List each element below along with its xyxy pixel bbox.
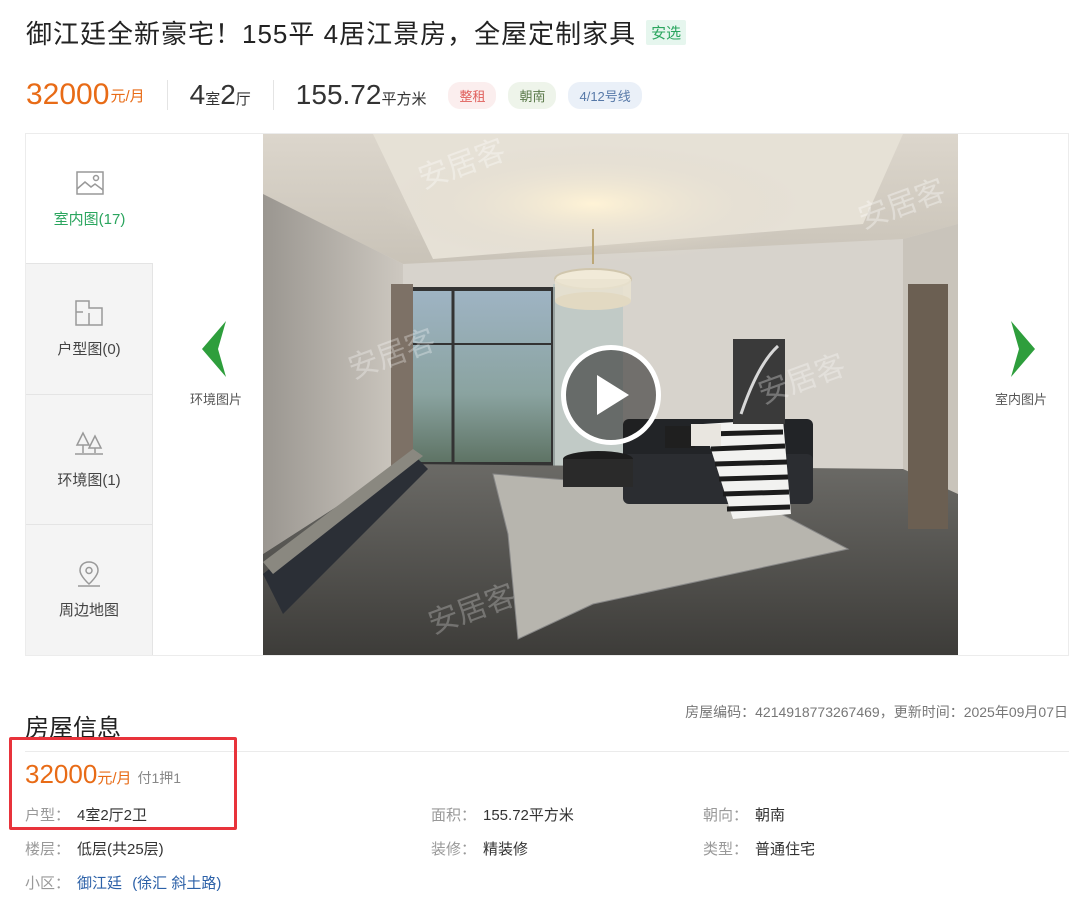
field-area: 面积： 155.72平方米 — [431, 804, 574, 825]
payment-terms: 付1押1 — [137, 770, 182, 786]
summary-bar: 32000 元/月 4室2厅 155.72平方米 整租 朝南 4/12号线 — [26, 72, 642, 118]
area-unit: 平方米 — [381, 91, 427, 108]
summary-price-unit: 元/月 — [110, 87, 145, 105]
field-floor-label: 楼层： — [25, 841, 71, 858]
summary-area: 155.72平方米 — [296, 79, 427, 111]
field-decoration-label: 装修： — [431, 841, 477, 858]
rooms-count: 4 — [189, 79, 206, 110]
tab-environment[interactable]: 环境图(1) — [26, 394, 153, 525]
field-orientation-value: 朝南 — [755, 807, 786, 824]
field-layout: 户型： 4室2厅2卫 — [25, 804, 147, 825]
gallery-tabs: 室内图(17) 户型图(0) 环境图(1) 周边地图 — [26, 134, 153, 655]
tag-rent-type: 整租 — [448, 81, 497, 109]
field-floor-value: 低层(共25层) — [77, 841, 164, 858]
field-layout-label: 户型： — [25, 807, 71, 824]
tab-floorplan-label: 户型图(0) — [57, 341, 121, 359]
info-price-value: 32000 — [25, 759, 98, 789]
info-price: 32000 元/月 付1押1 — [25, 759, 181, 790]
area-number: 155.72 — [295, 79, 382, 110]
image-icon — [75, 168, 105, 198]
halls-unit: 厅 — [235, 91, 251, 108]
field-orientation-label: 朝向： — [703, 807, 749, 824]
community-link[interactable]: 御江廷 — [77, 875, 122, 892]
anxuan-badge: 安选 — [646, 19, 687, 45]
next-photo-label: 室内图片 — [994, 392, 1047, 407]
community-area-link[interactable]: (徐汇 斜土路) — [132, 875, 221, 892]
tab-interior-label: 室内图(17) — [53, 211, 126, 229]
listing-photo[interactable]: 安居客 安居客 安居客 安居客 安居客 — [263, 134, 958, 655]
trees-icon — [74, 429, 104, 459]
divider — [166, 80, 168, 110]
summary-rooms: 4室2厅 — [190, 79, 251, 111]
listing-title: 御江廷全新豪宅！155平 4居江景房，全屋定制家具 — [26, 18, 637, 49]
house-code-meta: 房屋编码：4214918773267469，更新时间：2025年09月07日 — [685, 704, 1068, 720]
next-photo-button[interactable]: 室内图片 — [981, 319, 1061, 439]
field-type-label: 类型： — [703, 841, 749, 858]
tab-nearby-map-label: 周边地图 — [58, 602, 119, 620]
field-type-value: 普通住宅 — [755, 841, 816, 858]
info-price-unit: 元/月 — [97, 770, 132, 787]
tag-orientation: 朝南 — [508, 81, 557, 109]
photo-gallery: 室内图(17) 户型图(0) 环境图(1) 周边地图 环境图片 安居客 安居客 … — [25, 133, 1069, 656]
field-area-value: 155.72平方米 — [483, 807, 574, 824]
field-type: 类型： 普通住宅 — [703, 838, 815, 859]
field-layout-value: 4室2厅2卫 — [77, 807, 148, 824]
play-video-button[interactable] — [561, 345, 661, 445]
prev-photo-label: 环境图片 — [189, 392, 242, 407]
tab-interior[interactable]: 室内图(17) — [26, 134, 153, 265]
tag-metro: 4/12号线 — [568, 81, 642, 109]
floorplan-icon — [74, 298, 104, 328]
listing-title-row: 御江廷全新豪宅！155平 4居江景房，全屋定制家具 安选 — [26, 14, 687, 50]
divider — [272, 80, 274, 110]
field-community: 小区： 御江廷 (徐汇 斜土路) — [25, 872, 221, 893]
field-floor: 楼层： 低层(共25层) — [25, 838, 164, 859]
field-community-label: 小区： — [25, 875, 71, 892]
chevron-left-icon — [202, 321, 226, 377]
summary-price: 32000 — [26, 78, 110, 111]
prev-photo-button[interactable]: 环境图片 — [176, 319, 256, 439]
play-icon — [597, 375, 629, 415]
tab-nearby-map[interactable]: 周边地图 — [26, 524, 153, 655]
tab-floorplan[interactable]: 户型图(0) — [26, 264, 153, 395]
chevron-right-icon — [1011, 321, 1035, 377]
field-decoration-value: 精装修 — [483, 841, 529, 858]
tab-environment-label: 环境图(1) — [57, 471, 121, 489]
rooms-unit: 室 — [205, 91, 221, 108]
halls-count: 2 — [220, 79, 236, 110]
field-area-label: 面积： — [431, 807, 477, 824]
field-decoration: 装修： 精装修 — [431, 838, 528, 859]
field-orientation: 朝向： 朝南 — [703, 804, 785, 825]
map-pin-icon — [74, 559, 104, 589]
